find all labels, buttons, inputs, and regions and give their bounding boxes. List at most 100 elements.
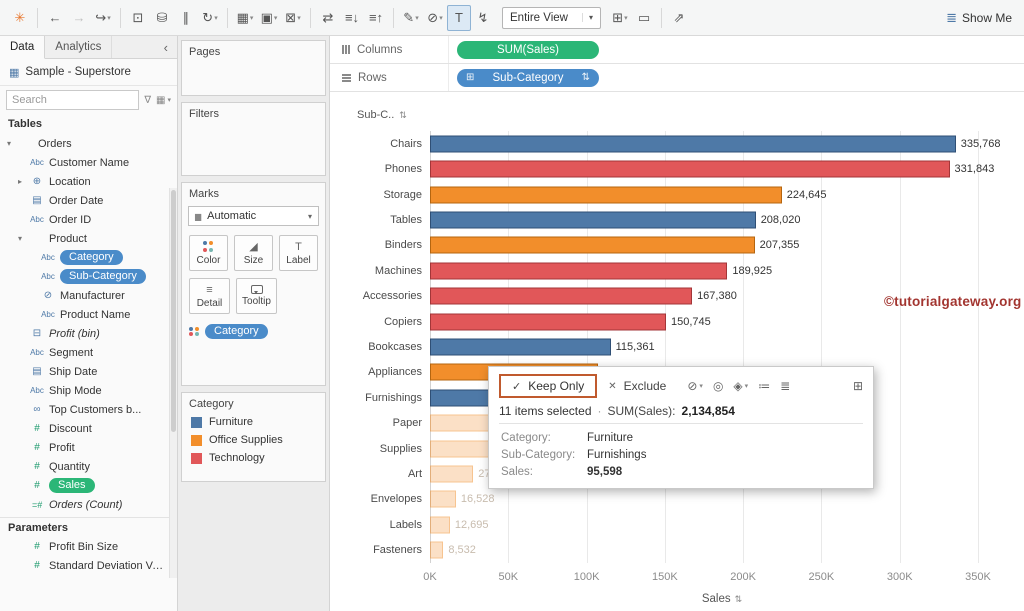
filters-shelf[interactable]: Filters bbox=[181, 102, 326, 176]
parameter-profit-bin-size[interactable]: #Profit Bin Size bbox=[0, 537, 177, 556]
bar-envelopes[interactable] bbox=[430, 491, 456, 508]
show-mark-labels-button[interactable]: T bbox=[447, 5, 471, 31]
category-label[interactable]: Machines bbox=[330, 265, 422, 277]
bar-copiers[interactable] bbox=[430, 313, 666, 330]
swap-rows-columns-button[interactable]: ⇄ bbox=[316, 5, 340, 31]
label-button[interactable]: TLabel bbox=[279, 235, 318, 271]
field-discount[interactable]: #Discount bbox=[0, 419, 177, 438]
size-button[interactable]: ◢Size bbox=[234, 235, 273, 271]
group-create-icon[interactable]: ≔ bbox=[758, 379, 770, 393]
parameter-standard-deviation-value[interactable]: #Standard Deviation Value bbox=[0, 556, 177, 575]
sub-category-pill[interactable]: ⊞ Sub-Category ⇅ bbox=[457, 69, 599, 87]
field-customer-name[interactable]: AbcCustomer Name bbox=[0, 153, 177, 172]
save-button[interactable]: ⊡ bbox=[126, 5, 150, 31]
tab-analytics[interactable]: Analytics bbox=[45, 36, 112, 58]
group-members-button[interactable]: ⊘▾ bbox=[423, 5, 447, 31]
category-label[interactable]: Binders bbox=[330, 239, 422, 251]
bar-phones[interactable] bbox=[430, 161, 950, 178]
field-segment[interactable]: AbcSegment bbox=[0, 343, 177, 362]
marks-category-pill[interactable]: Category bbox=[205, 324, 268, 339]
field-ship-mode[interactable]: AbcShip Mode bbox=[0, 381, 177, 400]
sort-descending-button[interactable]: ≡↑ bbox=[364, 5, 388, 31]
back-button[interactable]: ← bbox=[43, 5, 67, 31]
run-updates-button[interactable]: ↻▾ bbox=[198, 5, 222, 31]
field-profit-bin[interactable]: ⊟Profit (bin) bbox=[0, 324, 177, 343]
field-location[interactable]: ▸⊕Location bbox=[0, 172, 177, 191]
pause-updates-button[interactable]: ∥ bbox=[174, 5, 198, 31]
field-product-name[interactable]: AbcProduct Name bbox=[0, 305, 177, 324]
category-label[interactable]: Labels bbox=[330, 519, 422, 531]
search-input[interactable] bbox=[6, 90, 139, 110]
fix-axes-button[interactable]: ↯ bbox=[471, 5, 495, 31]
pages-shelf[interactable]: Pages bbox=[181, 40, 326, 96]
highlight-icon[interactable]: ◎ bbox=[713, 379, 723, 393]
bar-chairs[interactable] bbox=[430, 135, 956, 152]
presentation-mode-button[interactable]: ▭ bbox=[632, 5, 656, 31]
category-label[interactable]: Accessories bbox=[330, 290, 422, 302]
bar-labels[interactable] bbox=[430, 516, 450, 533]
legend-item-office-supplies[interactable]: Office Supplies bbox=[182, 431, 325, 449]
category-label[interactable]: Supplies bbox=[330, 443, 422, 455]
sort-icon[interactable]: ≣ bbox=[780, 379, 790, 393]
field-ship-date[interactable]: ▤Ship Date bbox=[0, 362, 177, 381]
forward-button[interactable]: → bbox=[67, 5, 91, 31]
category-label[interactable]: Tables bbox=[330, 214, 422, 226]
fields-scrollbar[interactable] bbox=[169, 188, 177, 578]
view-options-button[interactable]: ▦ ▾ bbox=[156, 95, 171, 106]
field-quantity[interactable]: #Quantity bbox=[0, 457, 177, 476]
view-data-icon[interactable]: ⊞ bbox=[853, 379, 863, 393]
collapse-pane-button[interactable]: ‹ bbox=[155, 36, 177, 58]
show-hide-cards-button[interactable]: ⊞▾ bbox=[608, 5, 632, 31]
bar-binders[interactable] bbox=[430, 237, 755, 254]
rows-shelf[interactable]: Rows ⊞ Sub-Category ⇅ bbox=[330, 64, 1024, 92]
columns-shelf[interactable]: Columns SUM(Sales) bbox=[330, 36, 1024, 64]
field-order-id[interactable]: AbcOrder ID bbox=[0, 210, 177, 229]
mark-type-dropdown[interactable]: ▆ Automatic ▾ bbox=[188, 206, 319, 226]
share-button[interactable]: ⇗ bbox=[667, 5, 691, 31]
bar-machines[interactable] bbox=[430, 262, 727, 279]
field-product[interactable]: ▾Product bbox=[0, 229, 177, 248]
sort-ascending-button[interactable]: ≡↓ bbox=[340, 5, 364, 31]
field-profit[interactable]: #Profit bbox=[0, 438, 177, 457]
category-label[interactable]: Furnishings bbox=[330, 392, 422, 404]
filter-funnel-icon[interactable]: ∇ bbox=[144, 95, 151, 106]
bar-bookcases[interactable] bbox=[430, 338, 611, 355]
new-worksheet-button[interactable]: ▦▾ bbox=[233, 5, 257, 31]
bar-storage[interactable] bbox=[430, 186, 782, 203]
field-category[interactable]: AbcCategory bbox=[0, 248, 177, 267]
new-datasource-button[interactable]: ⛁ bbox=[150, 5, 174, 31]
category-label[interactable]: Art bbox=[330, 468, 422, 480]
category-label[interactable]: Paper bbox=[330, 417, 422, 429]
datasource-item[interactable]: ▦ Sample - Superstore bbox=[0, 59, 177, 86]
tab-data[interactable]: Data bbox=[0, 36, 45, 59]
bar-fasteners[interactable] bbox=[430, 542, 443, 559]
attach-icon[interactable]: ⊘▾ bbox=[687, 379, 703, 393]
field-orders[interactable]: ▾Orders bbox=[0, 134, 177, 153]
field-sub-category[interactable]: AbcSub-Category bbox=[0, 267, 177, 286]
tooltip-button[interactable]: Tooltip bbox=[236, 278, 277, 314]
field-top-customers-b[interactable]: ∞Top Customers b... bbox=[0, 400, 177, 419]
category-label[interactable]: Appliances bbox=[330, 366, 422, 378]
detail-button[interactable]: ≡Detail bbox=[189, 278, 230, 314]
color-button[interactable]: Color bbox=[189, 235, 228, 271]
category-label[interactable]: Copiers bbox=[330, 316, 422, 328]
exclude-button[interactable]: ✕ Exclude bbox=[597, 374, 677, 398]
field-sales[interactable]: #Sales bbox=[0, 476, 177, 495]
field-order-date[interactable]: ▤Order Date bbox=[0, 191, 177, 210]
category-label[interactable]: Phones bbox=[330, 163, 422, 175]
category-label[interactable]: Bookcases bbox=[330, 341, 422, 353]
category-label[interactable]: Chairs bbox=[330, 138, 422, 150]
duplicate-button[interactable]: ▣▾ bbox=[257, 5, 281, 31]
legend-item-technology[interactable]: Technology bbox=[182, 449, 325, 467]
field-orders-count[interactable]: =#Orders (Count) bbox=[0, 495, 177, 514]
legend-item-furniture[interactable]: Furniture bbox=[182, 413, 325, 431]
tag-icon[interactable]: ◈▾ bbox=[733, 379, 748, 393]
x-axis-title[interactable]: Sales⇅ bbox=[430, 593, 1014, 605]
tableau-logo-icon[interactable]: ✳ bbox=[8, 5, 32, 31]
bar-accessories[interactable] bbox=[430, 288, 692, 305]
category-label[interactable]: Storage bbox=[330, 189, 422, 201]
fit-dropdown[interactable]: Entire View ▾ bbox=[502, 7, 601, 29]
bar-tables[interactable] bbox=[430, 211, 756, 228]
category-label[interactable]: Fasteners bbox=[330, 544, 422, 556]
sum-sales-pill[interactable]: SUM(Sales) bbox=[457, 41, 599, 59]
